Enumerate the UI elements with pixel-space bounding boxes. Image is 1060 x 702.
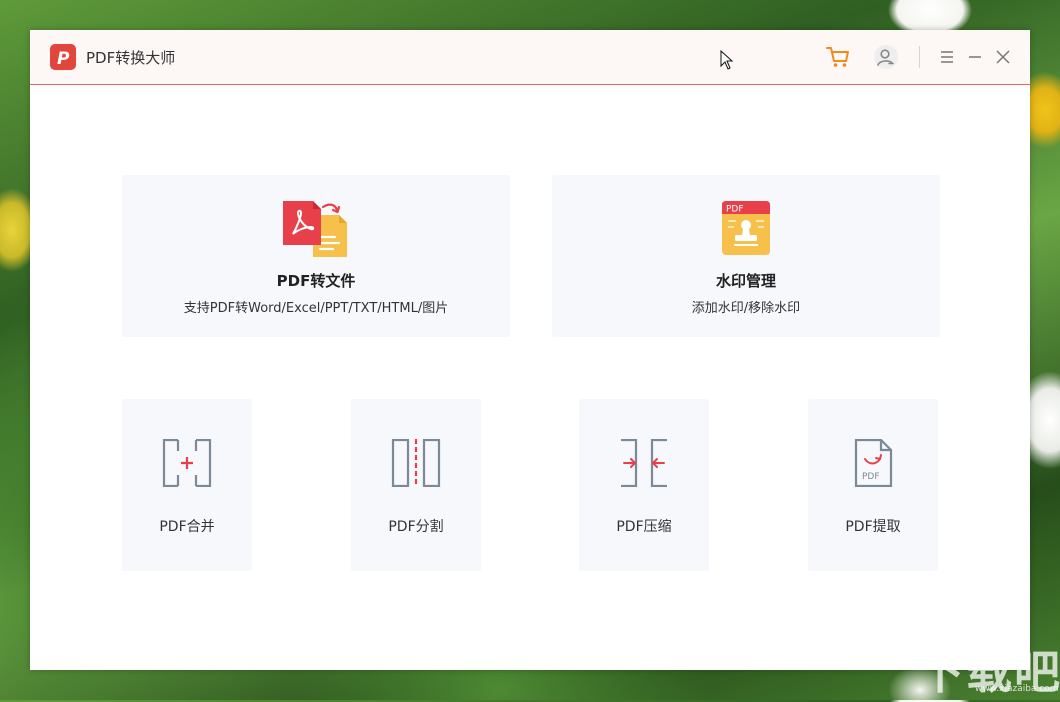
watermark-stamp-icon: PDF [722,201,770,259]
pdf-split-card[interactable]: PDF分割 [351,399,481,571]
app-title: PDF转换大师 [86,49,176,67]
site-watermark-url: www.xiazaiba.com [975,684,1059,694]
app-logo-letter: P [57,49,70,69]
extract-badge-text: PDF [862,472,880,482]
extract-icon: PDF [848,438,898,491]
compress-icon [619,438,669,491]
pdf-to-file-title: PDF转文件 [276,272,356,290]
app-window: P PDF转换大师 PDF转文件 支持PDF转Word/Excel/PPT/TX… [30,30,1030,670]
pdf-compress-label: PDF压缩 [616,519,672,535]
watermark-title: 水印管理 [715,272,776,290]
titlebar-separator [919,46,920,68]
pdf-merge-label: PDF合并 [159,519,215,535]
title-bar[interactable]: P PDF转换大师 [30,30,1030,85]
watermark-subtitle: 添加水印/移除水印 [691,301,801,316]
user-icon[interactable] [873,44,899,70]
merge-icon [162,438,212,491]
pdf-merge-card[interactable]: PDF合并 [122,399,252,571]
minimize-icon[interactable] [962,44,988,70]
cart-icon[interactable] [825,44,851,70]
split-icon [391,438,441,491]
mouse-cursor-icon [720,49,734,74]
pdf-extract-card[interactable]: PDF PDF提取 [808,399,938,571]
pdf-to-file-subtitle: 支持PDF转Word/Excel/PPT/TXT/HTML/图片 [183,301,449,316]
pdf-convert-icon [283,201,349,263]
close-icon[interactable] [990,44,1016,70]
pdf-compress-card[interactable]: PDF压缩 [579,399,709,571]
pdf-split-label: PDF分割 [388,519,444,535]
watermark-badge-text: PDF [726,205,744,215]
app-logo-icon: P [50,44,76,70]
menu-icon[interactable] [934,44,960,70]
pdf-to-file-card[interactable]: PDF转文件 支持PDF转Word/Excel/PPT/TXT/HTML/图片 [122,175,510,337]
pdf-extract-label: PDF提取 [845,519,901,535]
watermark-card[interactable]: PDF 水印管理 添加水印/移除水印 [552,175,940,337]
